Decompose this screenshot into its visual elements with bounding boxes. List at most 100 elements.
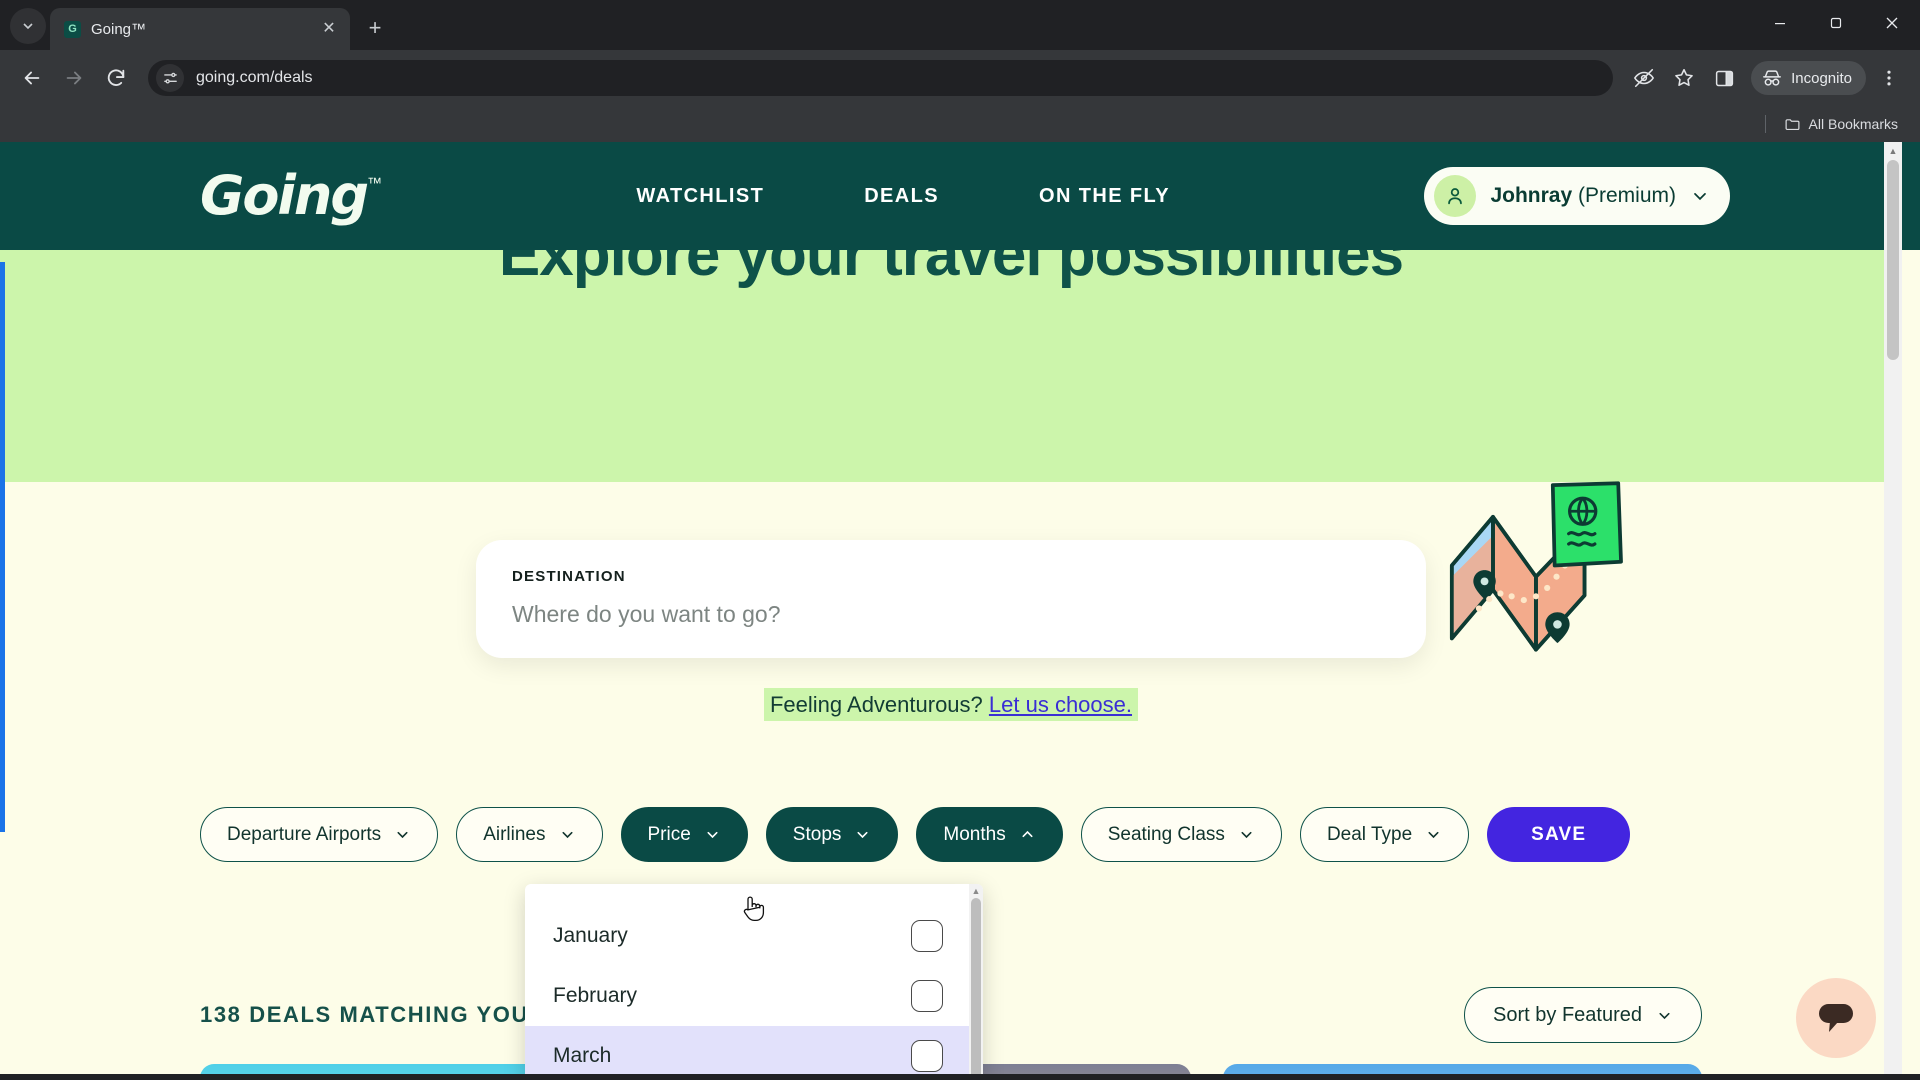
arrow-right-icon (66, 71, 82, 85)
chevron-down-icon (23, 23, 33, 30)
month-option-february[interactable]: February (525, 966, 969, 1026)
destination-search: DESTINATION Where do you want to go? (0, 540, 1902, 658)
address-bar[interactable]: going.com/deals (148, 60, 1614, 96)
going-logo[interactable]: Going ™ (200, 169, 382, 223)
chevron-down-icon (707, 831, 718, 839)
card-image (1222, 1064, 1702, 1074)
month-checkbox[interactable] (911, 1040, 943, 1072)
window-controls (1752, 0, 1920, 46)
sort-dropdown-button[interactable]: Sort by Featured (1464, 987, 1702, 1043)
dropdown-scrollbar[interactable]: ▲ (969, 884, 983, 1074)
arrow-left-icon (24, 71, 40, 85)
adventurous-text: Feeling Adventurous? (769, 692, 989, 717)
incognito-label: Incognito (1791, 69, 1852, 87)
results-count-title: 138 DEALS MATCHING YOUR (200, 1002, 547, 1027)
account-menu-button[interactable]: Johnray (Premium) (1424, 167, 1730, 225)
chevron-down-icon (1690, 186, 1710, 206)
chevron-down-icon (1428, 831, 1439, 839)
star-icon[interactable] (1667, 61, 1701, 95)
browser-tab[interactable]: G Going™ ✕ (50, 8, 350, 50)
sliders-icon (163, 72, 177, 83)
search-card[interactable]: DESTINATION Where do you want to go? (476, 540, 1426, 658)
bookmarks-bar: All Bookmarks (0, 106, 1920, 142)
minimize-button[interactable] (1752, 0, 1808, 46)
triangle-up-icon[interactable]: ▲ (969, 884, 983, 898)
tab-strip: G Going™ ✕ + (0, 0, 1920, 50)
month-option-march[interactable]: March (525, 1026, 969, 1074)
filter-months[interactable]: Months (916, 807, 1063, 862)
logo-trademark: ™ (367, 175, 383, 192)
account-tier: (Premium) (1578, 184, 1676, 207)
all-bookmarks-button[interactable]: All Bookmarks (1776, 112, 1906, 137)
scrollbar-thumb[interactable] (971, 898, 981, 1074)
chevron-down-icon (1241, 831, 1252, 839)
filter-label: Months (943, 823, 1006, 845)
filter-label: Stops (792, 823, 842, 845)
mouse-cursor-pointer (743, 896, 765, 922)
tab-title: Going™ (91, 20, 147, 38)
chevron-down-icon (561, 831, 573, 839)
month-checkbox[interactable] (911, 920, 943, 952)
going-favicon: G (64, 20, 81, 38)
filter-label: Deal Type (1326, 823, 1413, 845)
chat-bubble-icon (1819, 1004, 1853, 1032)
nav-on-the-fly[interactable]: ON THE FLY (1039, 185, 1170, 208)
account-username: Johnray (1490, 184, 1573, 207)
avatar (1434, 175, 1477, 217)
let-us-choose-link[interactable]: Let us choose. (989, 692, 1132, 717)
page-scrollbar-thumb[interactable] (1887, 160, 1899, 360)
nav-watchlist[interactable]: WATCHLIST (636, 185, 764, 208)
filter-price[interactable]: Price (620, 807, 748, 862)
side-panel-icon[interactable] (1707, 61, 1741, 95)
address-bar-url: going.com/deals (196, 69, 313, 86)
focus-indicator (0, 262, 5, 832)
filter-label: Seating Class (1107, 823, 1225, 845)
filter-stops[interactable]: Stops (765, 807, 899, 862)
month-label: February (553, 984, 638, 1007)
incognito-indicator[interactable]: Incognito (1751, 61, 1866, 95)
going-deals-page: Explore your travel possibilities DESTIN… (0, 142, 1902, 1074)
chat-launcher-button[interactable] (1796, 978, 1876, 1058)
back-button[interactable] (14, 60, 50, 96)
adventurous-prompt: Feeling Adventurous? Let us choose. (0, 688, 1902, 721)
save-button[interactable]: SAVE (1487, 807, 1631, 862)
close-window-button[interactable] (1864, 0, 1920, 46)
person-icon (1448, 188, 1463, 205)
kebab-menu-icon[interactable] (1872, 61, 1906, 95)
filter-deal-type[interactable]: Deal Type (1299, 807, 1470, 862)
destination-label: DESTINATION (512, 568, 626, 585)
browser-toolbar: going.com/deals Incognito (0, 50, 1920, 106)
folder-icon (1785, 118, 1800, 130)
filter-label: Departure Airports (227, 823, 382, 845)
filter-label: Airlines (483, 823, 546, 845)
clouds-deal-card[interactable] (1222, 1064, 1702, 1074)
reload-icon (107, 69, 125, 86)
filter-airlines[interactable]: Airlines (456, 807, 603, 862)
nav-deals[interactable]: DEALS (864, 185, 939, 208)
main-navigation: WATCHLIST DEALS ON THE FLY (382, 185, 1424, 208)
filter-bar: Departure Airports Airlines Price Stops … (200, 807, 1631, 862)
eye-off-icon[interactable] (1627, 61, 1661, 95)
tab-search-button[interactable] (10, 8, 46, 44)
month-checkbox[interactable] (911, 980, 943, 1012)
filter-seating-class[interactable]: Seating Class (1080, 807, 1282, 862)
close-icon[interactable]: ✕ (318, 18, 340, 40)
site-settings-icon[interactable] (156, 64, 184, 92)
page-scrollbar[interactable]: ▲ (1884, 142, 1902, 1074)
destination-input[interactable]: Where do you want to go? (512, 601, 1390, 628)
maximize-button[interactable] (1808, 0, 1864, 46)
logo-text: Going (200, 164, 369, 227)
filter-departure-airports[interactable]: Departure Airports (200, 807, 439, 862)
month-label: January (553, 924, 628, 947)
filter-label: Price (647, 823, 691, 845)
chevron-down-icon (857, 831, 868, 839)
reload-button[interactable] (98, 60, 134, 96)
forward-button[interactable] (56, 60, 92, 96)
close-icon (1886, 17, 1898, 29)
scroll-up-icon[interactable]: ▲ (1884, 142, 1902, 160)
browser-window: G Going™ ✕ + going.com/deals Incognito A… (0, 0, 1920, 1080)
sort-label: Sort by Featured (1493, 1003, 1642, 1026)
maximize-icon (1830, 17, 1842, 29)
plus-icon[interactable]: + (358, 11, 392, 45)
chevron-down-icon (1659, 1012, 1670, 1019)
